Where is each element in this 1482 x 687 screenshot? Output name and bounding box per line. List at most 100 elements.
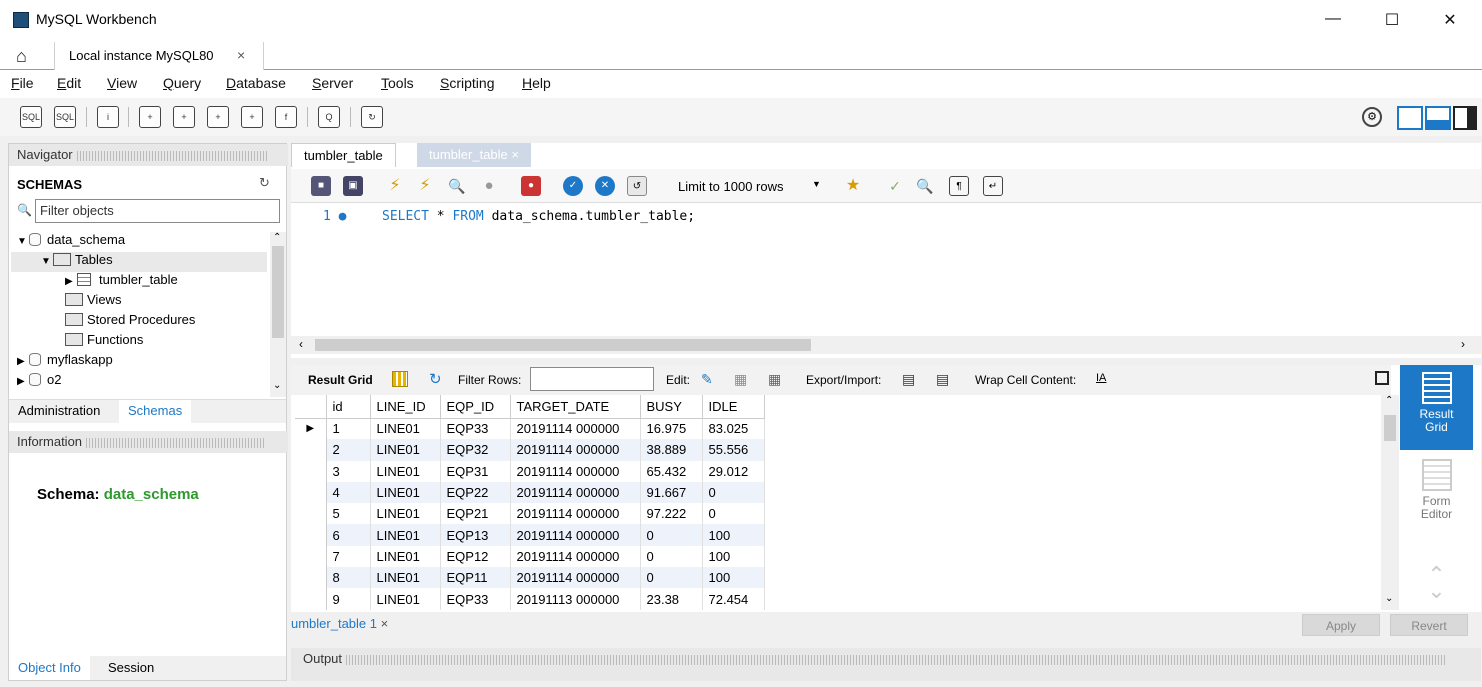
table-cell[interactable]: 20191114 000000 bbox=[510, 524, 641, 546]
wrap-lines-icon[interactable]: ↵ bbox=[983, 176, 1003, 196]
create-view-icon[interactable]: + bbox=[207, 106, 229, 128]
table-cell[interactable]: 38.889 bbox=[640, 439, 703, 461]
menu-query[interactable]: Query bbox=[163, 75, 201, 91]
scroll-left-icon[interactable]: ‹ bbox=[299, 337, 303, 351]
reconnect-icon[interactable]: ↻ bbox=[361, 106, 383, 128]
tree-item-data-schema[interactable]: ▼ data_schema bbox=[17, 232, 125, 252]
tab-schemas[interactable]: Schemas bbox=[119, 400, 192, 424]
apply-button[interactable]: Apply bbox=[1302, 614, 1380, 636]
add-snippet-icon[interactable]: ★ bbox=[843, 176, 863, 196]
table-cell[interactable]: EQP21 bbox=[440, 503, 511, 525]
result-grid[interactable]: id LINE_ID EQP_ID TARGET_DATE BUSY IDLE … bbox=[295, 395, 765, 610]
scroll-down-icon[interactable]: ⌄ bbox=[1385, 593, 1393, 604]
beautify-icon[interactable]: ✓ bbox=[885, 176, 905, 196]
refresh-icon[interactable]: ↻ bbox=[429, 370, 442, 388]
table-cell[interactable]: 1 bbox=[326, 418, 371, 440]
collapse-arrow-icon[interactable]: ▶ bbox=[65, 276, 77, 287]
table-cell[interactable]: 20191114 000000 bbox=[510, 503, 641, 525]
execute-icon[interactable]: ⚡ bbox=[385, 176, 405, 196]
table-cell[interactable]: 6 bbox=[326, 524, 371, 546]
toggle-secondary-sidebar-icon[interactable] bbox=[1453, 106, 1477, 130]
grid-icon[interactable] bbox=[392, 371, 408, 387]
revert-button[interactable]: Revert bbox=[1390, 614, 1468, 636]
toggle-sidebar-icon[interactable] bbox=[1397, 106, 1423, 130]
table-cell[interactable]: 4 bbox=[326, 481, 371, 504]
col-idle[interactable]: IDLE bbox=[702, 395, 765, 419]
table-cell[interactable]: EQP12 bbox=[440, 545, 511, 568]
invisible-chars-icon[interactable]: ¶ bbox=[949, 176, 969, 196]
close-result-tab-icon[interactable]: × bbox=[381, 616, 389, 631]
close-tab-icon[interactable]: × bbox=[511, 147, 519, 162]
table-row[interactable]: 8 LINE01 EQP11 20191114 000000 0 100 bbox=[295, 567, 765, 589]
table-cell[interactable]: LINE01 bbox=[370, 524, 441, 546]
table-cell[interactable]: 83.025 bbox=[702, 418, 765, 440]
table-cell[interactable]: 100 bbox=[702, 545, 765, 568]
table-cell[interactable]: 20191114 000000 bbox=[510, 460, 641, 482]
table-cell[interactable]: 55.556 bbox=[702, 439, 765, 461]
table-row[interactable]: 5 LINE01 EQP21 20191114 000000 97.222 0 bbox=[295, 503, 765, 525]
row-header[interactable] bbox=[295, 545, 327, 568]
scroll-right-icon[interactable]: › bbox=[1461, 337, 1465, 351]
table-row[interactable]: 7 LINE01 EQP12 20191114 000000 0 100 bbox=[295, 545, 765, 568]
collapse-arrow-icon[interactable]: ▶ bbox=[17, 376, 29, 387]
table-row[interactable]: 6 LINE01 EQP13 20191114 000000 0 100 bbox=[295, 524, 765, 546]
create-function-icon[interactable]: f bbox=[275, 106, 297, 128]
create-table-icon[interactable]: + bbox=[173, 106, 195, 128]
table-cell[interactable]: 7 bbox=[326, 545, 371, 568]
table-cell[interactable]: LINE01 bbox=[370, 418, 441, 440]
form-editor-side-button[interactable]: Form Editor bbox=[1400, 455, 1473, 540]
table-cell[interactable]: 5 bbox=[326, 503, 371, 525]
find-icon[interactable]: 🔍 bbox=[915, 176, 935, 196]
table-cell[interactable]: 100 bbox=[702, 567, 765, 589]
table-cell[interactable]: LINE01 bbox=[370, 460, 441, 482]
table-cell[interactable]: EQP31 bbox=[440, 460, 511, 482]
filter-objects-input[interactable]: Filter objects bbox=[35, 199, 280, 223]
table-cell[interactable]: 2 bbox=[326, 439, 371, 461]
close-tab-icon[interactable]: × bbox=[237, 47, 245, 63]
row-header[interactable] bbox=[295, 460, 327, 482]
result-tab[interactable]: umbler_table 1 × bbox=[291, 616, 388, 631]
scroll-up-icon[interactable]: ⌃ bbox=[1385, 395, 1393, 406]
tab-tumbler-table-2[interactable]: tumbler_table × bbox=[417, 143, 531, 167]
save-icon[interactable]: ▣ bbox=[343, 176, 363, 196]
table-cell[interactable]: EQP22 bbox=[440, 481, 511, 504]
wrap-cell-icon[interactable]: IA bbox=[1096, 372, 1106, 384]
inspector-icon[interactable]: i bbox=[97, 106, 119, 128]
tree-item-tumbler-table[interactable]: ▶ tumbler_table bbox=[65, 272, 178, 292]
search-table-data-icon[interactable]: Q bbox=[318, 106, 340, 128]
commit-icon[interactable]: ✓ bbox=[563, 176, 583, 196]
table-cell[interactable]: 100 bbox=[702, 524, 765, 546]
table-cell[interactable]: 9 bbox=[326, 588, 371, 610]
refresh-icon[interactable]: ↻ bbox=[259, 175, 270, 191]
explain-icon[interactable]: 🔍 bbox=[447, 176, 467, 196]
table-cell[interactable]: 29.012 bbox=[702, 460, 765, 482]
table-cell[interactable]: 20191114 000000 bbox=[510, 545, 641, 568]
collapse-arrow-icon[interactable]: ▶ bbox=[17, 356, 29, 367]
tree-item-tables[interactable]: ▼ Tables bbox=[11, 252, 267, 272]
sql-code-area[interactable]: 1 ● SELECT * FROM data_schema.tumbler_ta… bbox=[291, 205, 1481, 335]
menu-scripting[interactable]: Scripting bbox=[440, 75, 494, 91]
autocommit-icon[interactable]: ↺ bbox=[627, 176, 647, 196]
col-eqp-id[interactable]: EQP_ID bbox=[440, 395, 511, 419]
export-icon[interactable]: ▤ bbox=[902, 371, 915, 388]
row-header[interactable] bbox=[295, 503, 327, 525]
scroll-down-icon[interactable]: ⌄ bbox=[273, 380, 281, 391]
row-header[interactable] bbox=[295, 481, 327, 504]
tree-item-functions[interactable]: Functions bbox=[53, 332, 143, 352]
table-cell[interactable]: 72.454 bbox=[702, 588, 765, 610]
table-cell[interactable]: 16.975 bbox=[640, 418, 703, 440]
menu-view[interactable]: View bbox=[107, 75, 137, 91]
table-cell[interactable]: LINE01 bbox=[370, 588, 441, 610]
table-row[interactable]: ▶ 1 LINE01 EQP33 20191114 000000 16.975 83.025 bbox=[295, 418, 765, 440]
table-row[interactable]: 2 LINE01 EQP32 20191114 000000 38.889 55.556 bbox=[295, 439, 765, 461]
table-cell[interactable]: 0 bbox=[640, 567, 703, 589]
row-header[interactable]: ▶ bbox=[295, 418, 327, 440]
table-cell[interactable]: 23.38 bbox=[640, 588, 703, 610]
tree-scrollbar[interactable]: ⌃ ⌄ bbox=[270, 232, 286, 397]
filter-rows-input[interactable] bbox=[530, 367, 654, 391]
menu-help[interactable]: Help bbox=[522, 75, 551, 91]
col-line-id[interactable]: LINE_ID bbox=[370, 395, 441, 419]
tree-item-stored-procedures[interactable]: Stored Procedures bbox=[53, 312, 195, 332]
table-cell[interactable]: EQP33 bbox=[440, 588, 511, 610]
editor-horizontal-scrollbar[interactable]: ‹ › bbox=[291, 336, 1481, 354]
